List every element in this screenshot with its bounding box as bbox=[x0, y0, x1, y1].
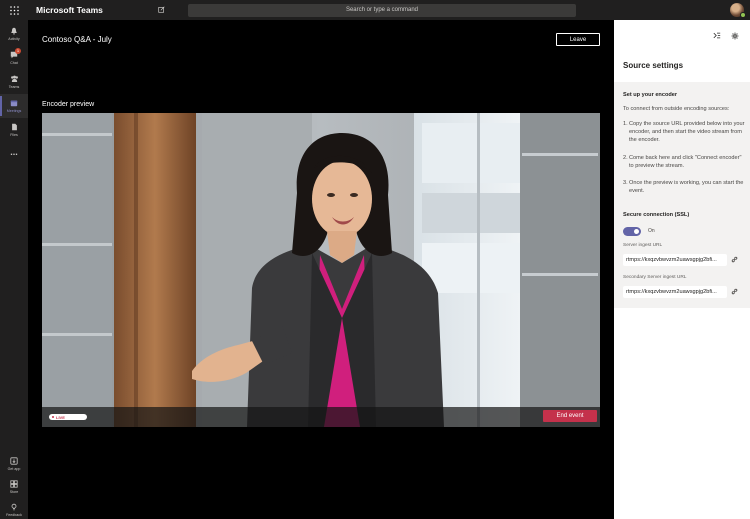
app-launcher-icon[interactable] bbox=[0, 0, 28, 20]
source-settings-panel: Source settings Set up your encoder To c… bbox=[614, 20, 750, 519]
leave-button[interactable]: Leave bbox=[556, 33, 600, 46]
rail-label: Feedback bbox=[6, 512, 22, 517]
rail-label: Store bbox=[9, 489, 19, 494]
bell-icon bbox=[10, 27, 18, 37]
encoder-preview-label: Encoder preview bbox=[42, 101, 95, 108]
download-icon bbox=[10, 456, 18, 467]
panel-empty-area bbox=[614, 308, 750, 519]
ssl-title: Secure connection (SSL) bbox=[623, 212, 690, 218]
gear-icon[interactable] bbox=[731, 32, 739, 42]
rail-item-teams[interactable]: Teams bbox=[0, 70, 28, 94]
panel-title: Source settings bbox=[623, 61, 684, 70]
calendar-icon bbox=[10, 99, 18, 109]
rail-label: Meetings bbox=[6, 108, 22, 113]
live-status-badge: LIVE bbox=[49, 414, 87, 420]
rail-label: Teams bbox=[8, 84, 20, 89]
chat-badge: 1 bbox=[15, 48, 21, 54]
copy-link-icon[interactable] bbox=[731, 288, 738, 297]
title-bar: Microsoft Teams Search or type a command bbox=[0, 0, 750, 20]
server-ingest-url-field[interactable]: rtmps://kxqzvbwvzm2uawsgpjg2bfi... bbox=[623, 254, 727, 266]
compose-icon[interactable] bbox=[158, 5, 174, 15]
step-text: Once the preview is working, you can sta… bbox=[629, 180, 744, 195]
ssl-toggle-state: On bbox=[648, 228, 655, 234]
setup-step: 1. Copy the source URL provided below in… bbox=[623, 120, 747, 145]
setup-title: Set up your encoder bbox=[623, 92, 678, 98]
secondary-ingest-label: Secondary Server ingest URL bbox=[623, 275, 687, 280]
files-icon bbox=[11, 123, 18, 133]
meeting-title: Contoso Q&A - July bbox=[42, 35, 112, 44]
search-input[interactable]: Search or type a command bbox=[188, 3, 576, 17]
rail-item-chat[interactable]: 1 Chat bbox=[0, 46, 28, 70]
panel-header: Source settings bbox=[614, 20, 750, 82]
copy-link-icon[interactable] bbox=[731, 256, 738, 265]
rail-item-get-app[interactable]: Get app bbox=[0, 452, 28, 476]
rail-label: Chat bbox=[10, 60, 18, 65]
rail-label: Files bbox=[10, 132, 18, 137]
ssl-toggle[interactable] bbox=[623, 227, 641, 236]
rail-label: Activity bbox=[8, 36, 20, 41]
meeting-stage: Contoso Q&A - July Leave Encoder preview bbox=[28, 20, 614, 519]
setup-step: 3. Once the preview is working, you can … bbox=[623, 179, 747, 195]
rail-item-files[interactable]: Files bbox=[0, 118, 28, 142]
step-text: Come back here and click "Connect encode… bbox=[629, 155, 742, 170]
end-event-button[interactable]: End event bbox=[543, 410, 597, 422]
rail-item-store[interactable]: Store bbox=[0, 475, 28, 499]
setup-intro: To connect from outside encoding sources… bbox=[623, 106, 730, 112]
more-icon: ... bbox=[10, 146, 18, 157]
step-text: Copy the source URL provided below into … bbox=[629, 121, 745, 144]
rail-item-more[interactable]: ... bbox=[0, 140, 28, 164]
rail-label: Get app bbox=[7, 466, 21, 471]
feedback-icon bbox=[10, 503, 18, 513]
server-ingest-label: Server ingest URL bbox=[623, 243, 663, 248]
rail-item-activity[interactable]: Activity bbox=[0, 22, 28, 46]
secondary-ingest-url-field[interactable]: rtmps://kxqzvbwvzm2uawsgpjg2bfi... bbox=[623, 286, 727, 298]
app-title: Microsoft Teams bbox=[36, 5, 103, 15]
teams-window: Microsoft Teams Search or type a command… bbox=[0, 0, 750, 519]
filter-list-icon[interactable] bbox=[713, 32, 721, 41]
encoder-preview-video bbox=[42, 113, 600, 427]
broadcast-control-bar: LIVE End event bbox=[42, 407, 600, 427]
app-rail: Activity 1 Chat Teams Meetings Files ...… bbox=[0, 20, 28, 519]
teams-icon bbox=[10, 75, 19, 85]
setup-step: 2. Come back here and click "Connect enc… bbox=[623, 154, 747, 170]
store-icon bbox=[10, 479, 18, 490]
rail-item-meetings[interactable]: Meetings bbox=[0, 94, 28, 118]
presence-icon bbox=[740, 12, 746, 18]
rail-item-feedback[interactable]: Feedback bbox=[0, 498, 28, 519]
